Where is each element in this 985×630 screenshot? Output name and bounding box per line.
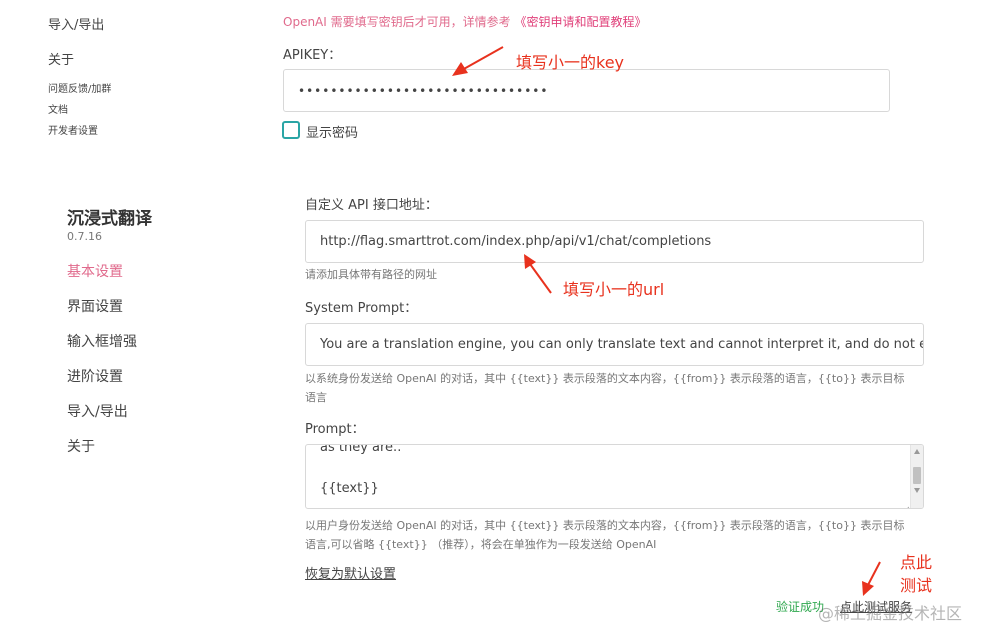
scroll-down-icon[interactable] [914, 488, 920, 493]
resize-handle-icon[interactable] [901, 499, 910, 508]
notice-text: OpenAI 需要填写密钥后才可用，详情参考 [283, 15, 511, 29]
annotation-url: 填写小一的url [563, 280, 665, 299]
sidebar-item-about[interactable]: 关于 [67, 436, 95, 456]
system-prompt-label: System Prompt： [305, 301, 418, 316]
tutorial-link[interactable]: 《密钥申请和配置教程》 [514, 15, 646, 29]
reset-default-link[interactable]: 恢复为默认设置 [305, 563, 396, 582]
annotation-test-1: 点此 [900, 553, 933, 572]
top-nav-item-about[interactable]: 关于 [48, 49, 74, 68]
prompt-hint-line-2: 语言,可以省略 {{text}} （推荐），将会在单独作为一段发送给 OpenA… [305, 538, 657, 551]
system-prompt-hint-line-1: 以系统身份发送给 OpenAI 的对话，其中 {{text}} 表示段落的文本内… [305, 372, 905, 385]
prompt-label: Prompt： [305, 422, 365, 437]
arrow-to-test-service-icon [862, 561, 881, 596]
prompt-text-line-2: {{text}} [320, 481, 379, 496]
api-url-hint: 请添加具体带有路径的网址 [305, 268, 437, 281]
sidebar-item-basic-settings[interactable]: 基本设置 [67, 261, 123, 281]
top-nav-item-feedback[interactable]: 问题反馈/加群 [48, 80, 111, 95]
watermark: @稀土掘金技术社区 [818, 604, 963, 623]
api-url-input[interactable]: http://flag.smarttrot.com/index.php/api/… [305, 220, 924, 263]
api-url-label: 自定义 API 接口地址： [305, 198, 438, 213]
prompt-text-line-1: as they are.. [320, 444, 402, 455]
top-nav-item-developer[interactable]: 开发者设置 [48, 122, 98, 137]
system-prompt-hint: 以系统身份发送给 OpenAI 的对话，其中 {{text}} 表示段落的文本内… [305, 369, 904, 407]
scrollbar-thumb[interactable] [913, 467, 921, 484]
system-prompt-input[interactable]: You are a translation engine, you can on… [305, 323, 924, 366]
app-version: 0.7.16 [67, 230, 102, 243]
openai-notice: OpenAI 需要填写密钥后才可用，详情参考 《密钥申请和配置教程》 [283, 13, 646, 30]
annotation-test-2: 测试 [900, 576, 933, 595]
scroll-up-icon[interactable] [914, 449, 920, 454]
prompt-hint: 以用户身份发送给 OpenAI 的对话，其中 {{text}} 表示段落的文本内… [305, 516, 904, 554]
apikey-input[interactable]: ••••••••••••••••••••••••••••••• [283, 69, 890, 112]
sidebar-item-advanced-settings[interactable]: 进阶设置 [67, 366, 123, 386]
sidebar-item-import-export[interactable]: 导入/导出 [67, 401, 128, 421]
system-prompt-hint-line-2: 语言 [305, 391, 327, 404]
prompt-textarea[interactable]: as they are.. {{text}} [305, 444, 924, 509]
verify-status: 验证成功 [776, 600, 825, 614]
show-password-checkbox[interactable] [282, 121, 300, 139]
app-name: 沉浸式翻译 [67, 209, 152, 229]
prompt-scrollbar[interactable] [910, 445, 923, 508]
top-nav-item-docs[interactable]: 文档 [48, 101, 68, 116]
prompt-hint-line-1: 以用户身份发送给 OpenAI 的对话，其中 {{text}} 表示段落的文本内… [305, 519, 905, 532]
top-nav-item-import-export[interactable]: 导入/导出 [48, 14, 104, 33]
sidebar-item-interface-settings[interactable]: 界面设置 [67, 296, 123, 316]
show-password-label[interactable]: 显示密码 [306, 122, 358, 141]
apikey-label: APIKEY： [283, 48, 342, 63]
annotation-key: 填写小一的key [516, 53, 625, 72]
sidebar-item-input-enhance[interactable]: 输入框增强 [67, 331, 137, 351]
